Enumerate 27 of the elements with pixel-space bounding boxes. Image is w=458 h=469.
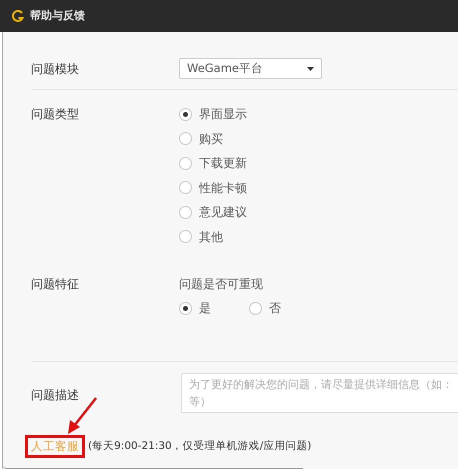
radio-label: 性能卡顿 xyxy=(199,180,247,196)
radio-button[interactable] xyxy=(179,132,192,145)
logo-icon xyxy=(12,10,24,22)
caret-icon xyxy=(307,66,314,70)
radio-label: 界面显示 xyxy=(199,106,247,123)
radio-label: 意见建议 xyxy=(199,204,247,221)
field-label: 问题模块 xyxy=(31,60,80,78)
radio-button[interactable] xyxy=(179,181,192,194)
field-label: 问题特征 xyxy=(31,276,80,293)
radio-label: 否 xyxy=(269,300,281,317)
field-label: 问题描述 xyxy=(31,388,79,402)
radio-button[interactable] xyxy=(179,108,192,120)
radio-button[interactable] xyxy=(179,230,192,243)
radio-button[interactable] xyxy=(249,302,262,314)
service-hours-note: (每天9:00-21:30，仅受理单机游戏/应用问题) xyxy=(88,438,312,454)
module-dropdown[interactable]: WeGame平台 xyxy=(179,58,322,79)
field-label: 问题类型 xyxy=(31,106,80,123)
radio-label: 其他 xyxy=(199,228,223,246)
radio-label: 购买 xyxy=(199,130,223,148)
window-title: 帮助与反馈 xyxy=(30,8,85,24)
radio-button[interactable] xyxy=(179,156,192,170)
question-text: 问题是否可重现 xyxy=(179,276,264,292)
radio-label: 下载更新 xyxy=(199,155,247,172)
radio-button[interactable] xyxy=(179,302,192,314)
radio-button[interactable] xyxy=(179,206,192,218)
description-field[interactable]: 为了更好的解决您的问题，请尽量提供详细信息（如：等） xyxy=(181,373,458,413)
radio-label: 是 xyxy=(199,300,211,317)
